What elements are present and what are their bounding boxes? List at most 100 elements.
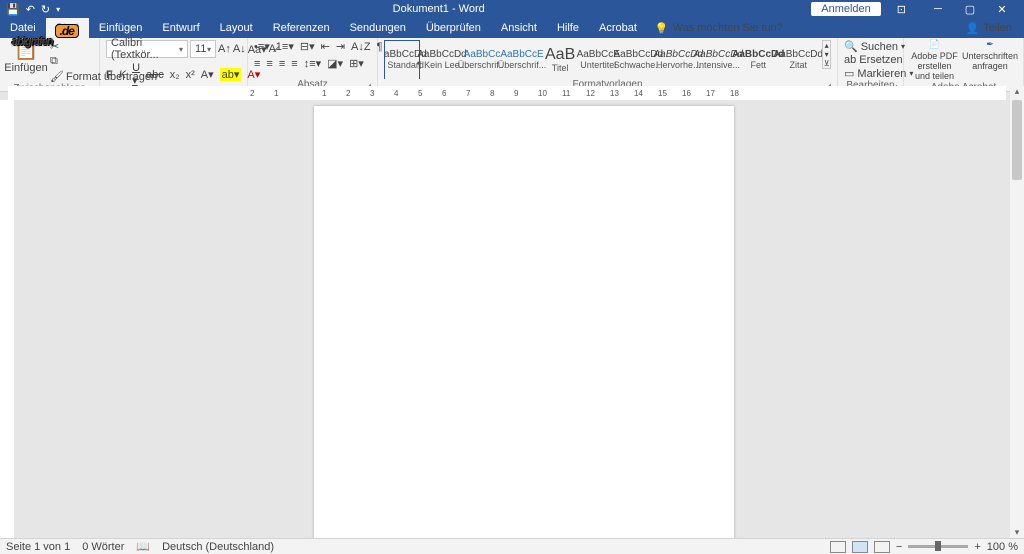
find-button[interactable]: 🔍Suchen▾ <box>844 40 913 53</box>
group-editing: 🔍Suchen▾ abErsetzen ▭Markieren▾ Bearbeit… <box>838 38 904 91</box>
style-berschrif[interactable]: AaBbCcÜberschrif... <box>464 40 500 79</box>
replace-button[interactable]: abErsetzen <box>844 54 913 66</box>
scroll-thumb[interactable] <box>1012 100 1022 180</box>
bold-button[interactable]: F <box>106 69 113 81</box>
ribbon-options-icon[interactable]: ⊡ <box>897 3 906 16</box>
grow-font-icon[interactable]: A↑ <box>218 43 231 55</box>
line-spacing-icon[interactable]: ↕≡▾ <box>304 57 321 70</box>
underline-button[interactable]: U ▾ <box>132 62 140 87</box>
login-button[interactable]: Anmelden <box>811 2 881 16</box>
find-label: Suchen <box>861 41 898 53</box>
close-button[interactable]: ✕ <box>986 3 1018 16</box>
style-intensive[interactable]: AaBbCcDdIntensive... <box>700 40 736 79</box>
tab-datei[interactable]: Datei <box>0 18 46 38</box>
style-keinlee[interactable]: AaBbCcDd¶ Kein Lee... <box>424 40 460 79</box>
tab-layout[interactable]: Layout <box>210 18 263 38</box>
align-center-icon[interactable]: ≡ <box>266 58 272 70</box>
page-status[interactable]: Seite 1 von 1 <box>6 541 70 553</box>
style-schwache[interactable]: AaBbCcDdSchwache... <box>620 40 656 79</box>
tab-referenzen[interactable]: Referenzen <box>263 18 340 38</box>
shrink-font-icon[interactable]: A↓ <box>233 43 246 55</box>
create-pdf-button[interactable]: 📄 Adobe PDF erstellen und teilen <box>910 40 959 82</box>
borders-icon[interactable]: ⊞▾ <box>349 57 364 70</box>
language-status[interactable]: Deutsch (Deutschland) <box>162 541 274 553</box>
paste-button[interactable]: 📋 Einfügen <box>6 40 46 74</box>
request-signatures-label: Unterschriften anfragen <box>962 52 1018 72</box>
zoom-out-button[interactable]: − <box>896 541 902 553</box>
italic-button[interactable]: K <box>119 69 126 81</box>
create-pdf-label: Adobe PDF erstellen und teilen <box>910 52 959 82</box>
share-button[interactable]: 👤 Teilen <box>966 22 1024 35</box>
spellcheck-icon[interactable]: 📖 <box>136 540 150 553</box>
web-layout-icon[interactable] <box>874 541 890 553</box>
style-name: Überschrif... <box>498 60 547 70</box>
scroll-down-icon[interactable]: ▾ <box>1010 527 1024 538</box>
font-size-combo[interactable]: 11▾ <box>190 40 216 58</box>
share-label: Teilen <box>983 22 1012 34</box>
undo-icon[interactable]: ↶ <box>26 3 35 16</box>
highlight-icon[interactable]: ab▾ <box>220 68 242 81</box>
select-label: Markieren <box>857 68 906 80</box>
outdent-icon[interactable]: ⇤ <box>321 40 330 53</box>
style-name: Titel <box>552 63 569 73</box>
tell-me[interactable]: 💡 Was möchten Sie tun? <box>655 22 783 35</box>
maximize-button[interactable]: ▢ <box>954 3 986 16</box>
request-signatures-button[interactable]: ✒ Unterschriften anfragen <box>963 40 1017 72</box>
font-size-value: 11 <box>195 43 206 55</box>
strike-button[interactable]: abc <box>146 69 164 81</box>
superscript-button[interactable]: x² <box>186 69 195 81</box>
save-icon[interactable]: 💾 <box>6 3 20 16</box>
word-count[interactable]: 0 Wörter <box>82 541 124 553</box>
zoom-in-button[interactable]: + <box>974 541 980 553</box>
style-zitat[interactable]: AaBbCcDdZitat <box>780 40 816 79</box>
vertical-scrollbar[interactable]: ▴ ▾ <box>1010 86 1024 538</box>
tab-acrobat[interactable]: Acrobat <box>589 18 647 38</box>
align-right-icon[interactable]: ≡ <box>279 58 285 70</box>
sort-icon[interactable]: A↓Z <box>351 41 371 53</box>
style-standard[interactable]: AaBbCcDd¶ Standard <box>384 40 420 79</box>
tab-einfuegen[interactable]: Einfügen <box>89 18 152 38</box>
select-button[interactable]: ▭Markieren▾ <box>844 67 913 80</box>
subscript-button[interactable]: x₂ <box>170 69 180 81</box>
tab-sendungen[interactable]: Sendungen <box>340 18 416 38</box>
tab-entwurf[interactable]: Entwurf <box>152 18 209 38</box>
qat-dropdown-icon[interactable]: ▾ <box>56 5 60 14</box>
text-effects-icon[interactable]: A▾ <box>201 68 214 81</box>
tab-ansicht[interactable]: Ansicht <box>491 18 547 38</box>
style-berschrif[interactable]: AaBbCcEÜberschrif... <box>504 40 540 79</box>
tell-me-label: Was möchten Sie tun? <box>673 22 783 34</box>
style-untertitel[interactable]: AaBbCcEUntertitel <box>580 40 616 79</box>
document-page[interactable] <box>314 106 734 538</box>
style-fett[interactable]: AaBbCcDdFett <box>740 40 776 79</box>
tab-hilfe[interactable]: Hilfe <box>547 18 589 38</box>
bullets-icon[interactable]: •≡▾ <box>254 40 270 53</box>
redo-icon[interactable]: ↻ <box>41 3 50 16</box>
group-font: Calibri (Textkör...▾ 11▾ A↑ A↓ Aa▾ A̷ F … <box>100 38 248 91</box>
read-mode-icon[interactable] <box>830 541 846 553</box>
style-titel[interactable]: AaBTitel <box>544 40 576 79</box>
align-left-icon[interactable]: ≡ <box>254 58 260 70</box>
indent-icon[interactable]: ⇥ <box>336 40 345 53</box>
copy-icon: ⧉ <box>50 55 58 68</box>
tab-start[interactable]: Start <box>46 18 89 38</box>
vertical-ruler[interactable] <box>0 100 14 538</box>
style-name: Untertitel <box>580 60 616 70</box>
numbering-icon[interactable]: 1≡▾ <box>276 40 294 53</box>
multilevel-icon[interactable]: ⊟▾ <box>300 40 315 53</box>
ribbon-tabs: Datei Start Einfügen Entwurf Layout Refe… <box>0 18 1024 38</box>
print-layout-icon[interactable] <box>852 541 868 553</box>
minimize-button[interactable]: ─ <box>922 3 954 16</box>
select-icon: ▭ <box>844 67 854 80</box>
title-bar: 💾 ↶ ↻ ▾ Dokument1 - Word Anmelden ⊡ ─ ▢ … <box>0 0 1024 18</box>
style-hervorhe[interactable]: AaBbCcDdHervorhe... <box>660 40 696 79</box>
zoom-slider[interactable] <box>908 545 968 548</box>
zoom-level[interactable]: 100 % <box>987 541 1018 553</box>
justify-icon[interactable]: ≡ <box>291 58 297 70</box>
styles-more-button[interactable]: ▴▾⊻ <box>822 40 831 69</box>
scroll-up-icon[interactable]: ▴ <box>1010 86 1024 97</box>
style-name: Fett <box>750 60 766 70</box>
font-name-combo[interactable]: Calibri (Textkör...▾ <box>106 40 188 58</box>
tab-ueberpruefen[interactable]: Überprüfen <box>416 18 491 38</box>
shading-icon[interactable]: ◪▾ <box>327 57 343 70</box>
horizontal-ruler[interactable]: 21123456789101112131415161718 <box>8 86 1006 100</box>
